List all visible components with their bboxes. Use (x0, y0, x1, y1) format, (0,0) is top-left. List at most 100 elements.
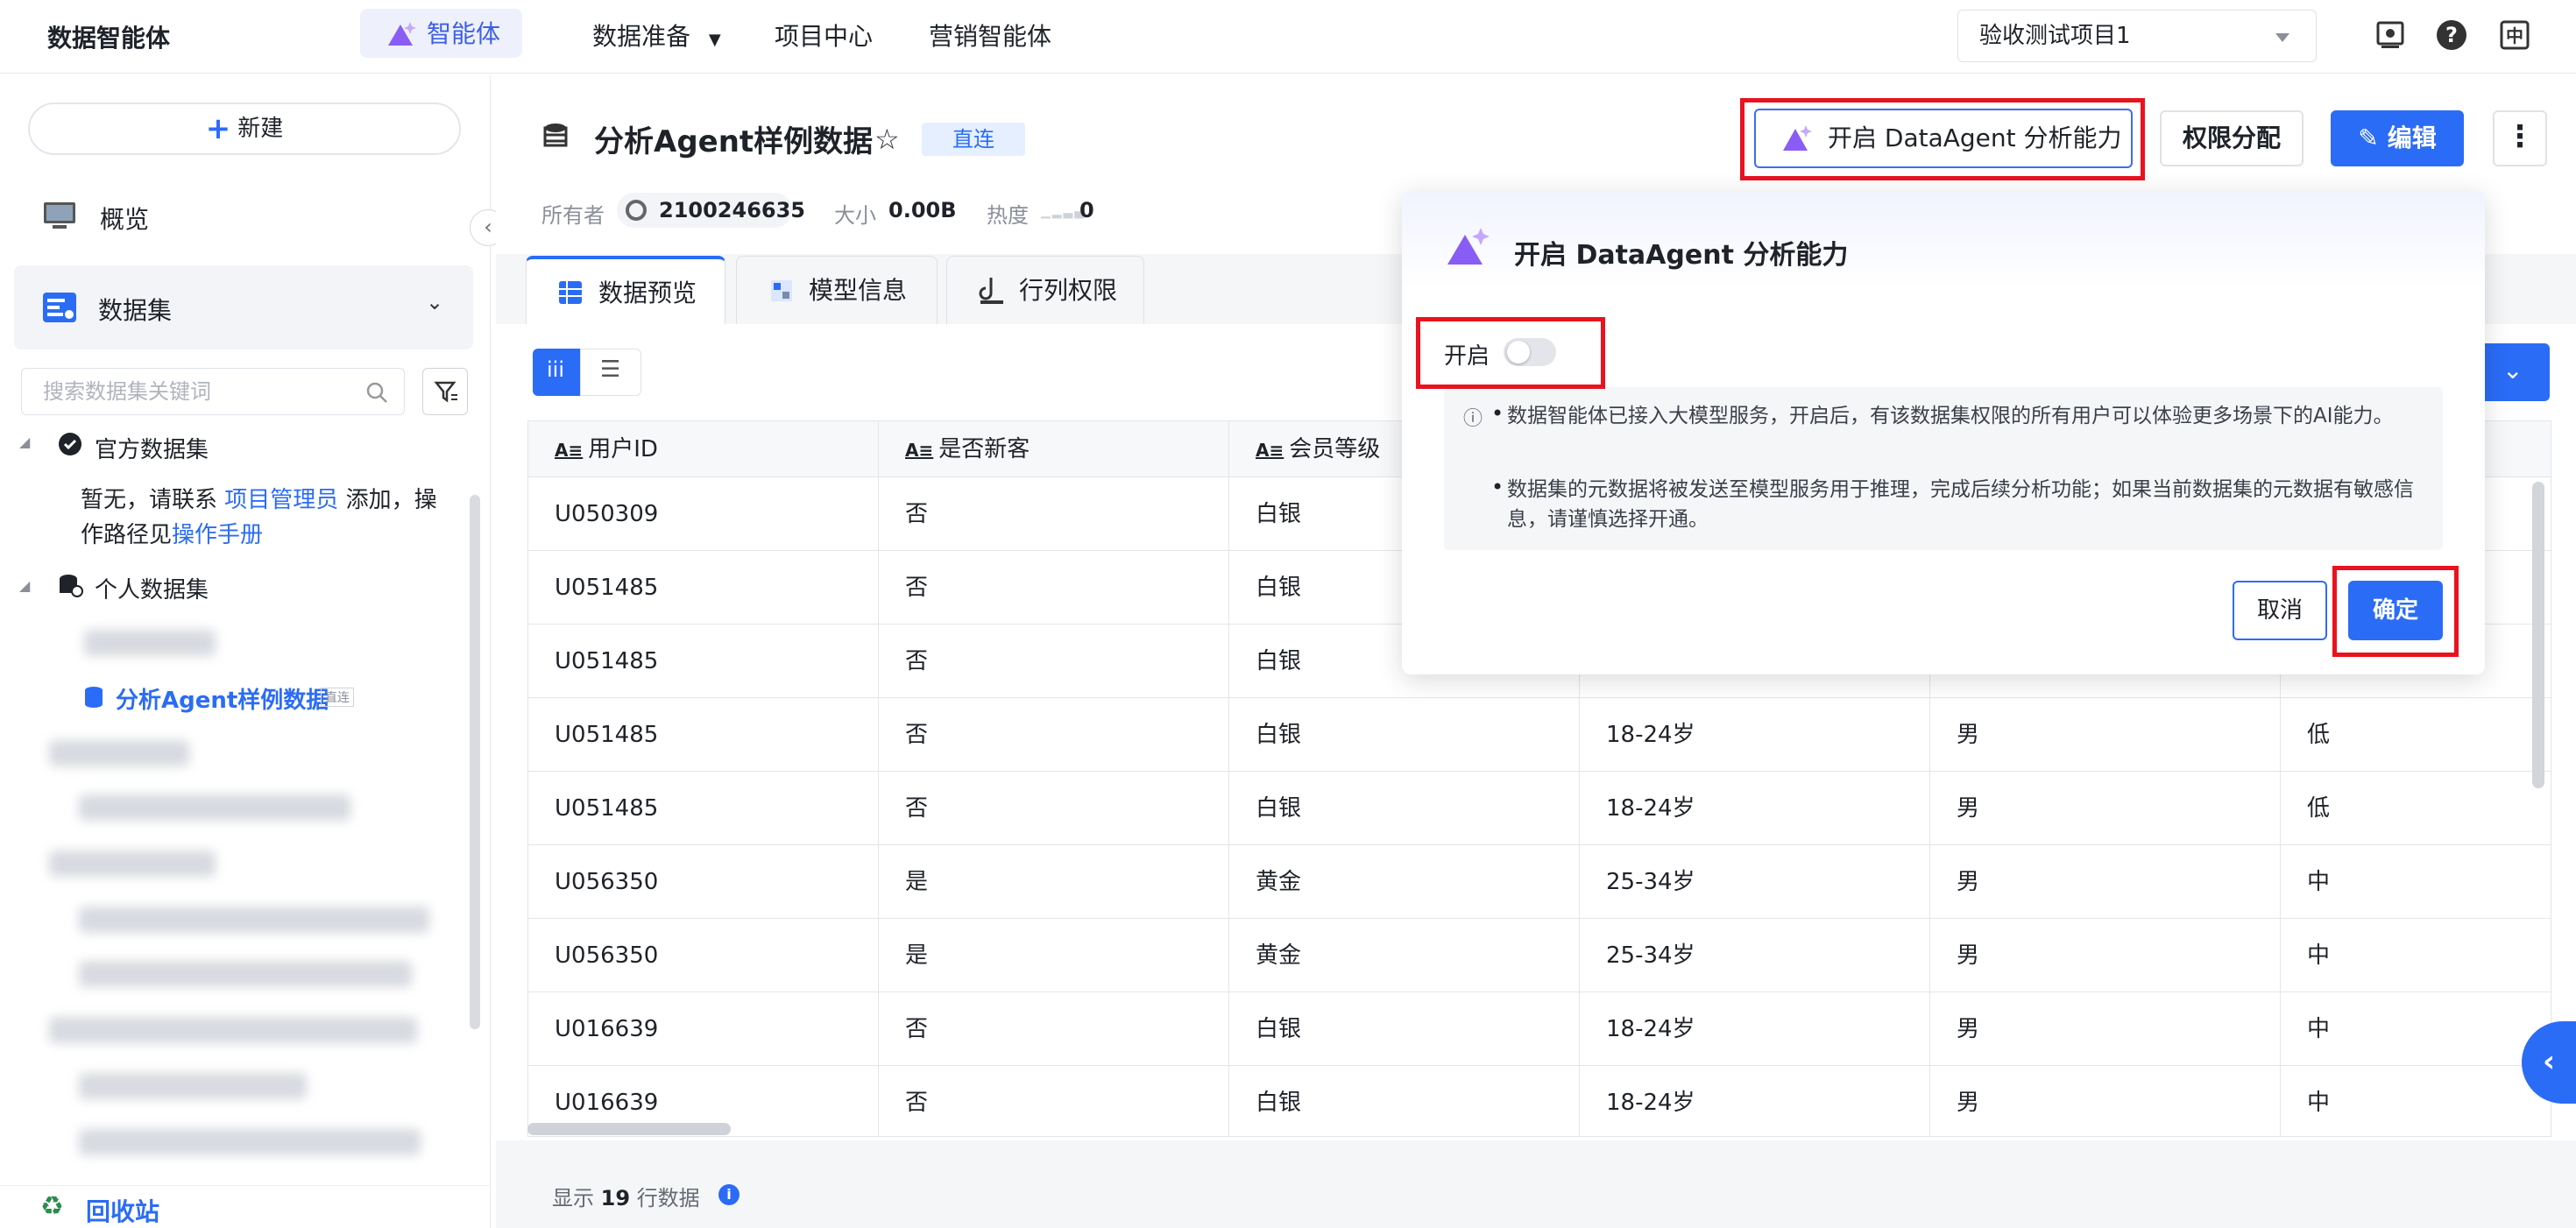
table-cell: 否 (879, 698, 1229, 772)
filter-icon (434, 381, 457, 403)
notice-line-2: 数据集的元数据将被发送至模型服务用于推理，完成后续分析功能；如果当前数据集的元数… (1507, 478, 2414, 531)
database-icon (543, 124, 568, 147)
table-cell: 中 (2281, 992, 2551, 1066)
view-list-button[interactable]: ☰ (580, 349, 641, 396)
blurred-list-item[interactable] (79, 907, 429, 933)
sparkle-icon (1447, 228, 1490, 265)
table-cell: U051485 (528, 698, 879, 772)
help-icon[interactable]: ? (2436, 19, 2467, 51)
table-cell: 18-24岁 (1580, 992, 1930, 1066)
nav-data-prep[interactable]: 数据准备 ▼ (592, 16, 721, 65)
size-label: 大小 (834, 203, 876, 228)
view-grid-button[interactable]: iii (533, 349, 580, 396)
column-header[interactable]: A≡ 是否新客 (879, 421, 1229, 477)
highlight-box (2332, 566, 2459, 657)
owner-value: 2100246635 (659, 198, 805, 222)
tab-row-column-permission[interactable]: 行列权限 (946, 256, 1144, 324)
info-icon[interactable]: i (718, 1184, 740, 1205)
sidebar-item-datasets[interactable]: 数据集 ⌄ (14, 265, 473, 349)
heat-value: 0 (1079, 198, 1094, 222)
tree-active-dataset[interactable]: 分析Agent样例数据 (116, 682, 329, 715)
blurred-list-item[interactable] (84, 630, 216, 656)
blurred-list-item[interactable] (79, 961, 412, 987)
horizontal-scrollbar[interactable] (527, 1123, 731, 1135)
sidebar-scrollbar[interactable] (470, 495, 480, 1029)
table-cell: 否 (879, 477, 1229, 551)
nav-project-center[interactable]: 项目中心 (775, 16, 873, 65)
project-admin-link[interactable]: 项目管理员 (224, 487, 338, 513)
table-cell: 男 (1930, 845, 2281, 919)
table-cell: 中 (2281, 919, 2551, 992)
direct-connect-badge: 直连 (321, 688, 354, 707)
table-cell: 25-34岁 (1580, 919, 1930, 992)
highlight-box (1416, 317, 1605, 389)
vertical-scrollbar[interactable] (2532, 482, 2544, 788)
tab-data-preview[interactable]: 数据预览 (526, 256, 725, 324)
chevron-left-icon: ‹ (2543, 1044, 2556, 1079)
monitor-icon (44, 202, 75, 229)
blurred-list-item[interactable] (49, 740, 189, 766)
cancel-button[interactable]: 取消 (2233, 581, 2327, 640)
tree-expand-icon[interactable]: ◢ (19, 577, 30, 594)
table-cell: U016639 (528, 992, 879, 1066)
dataset-search-input[interactable]: 搜索数据集关键词 (21, 368, 405, 415)
table-cell: 男 (1930, 1066, 2281, 1136)
project-select[interactable]: 验收测试项目1 (1957, 10, 2317, 62)
nav-agent-label: 智能体 (427, 19, 501, 48)
more-vertical-icon: ⋮ (2505, 119, 2535, 154)
tree-personal-datasets[interactable]: 个人数据集 (95, 572, 209, 604)
blurred-list-item[interactable] (79, 1073, 307, 1099)
table-cell: U056350 (528, 919, 879, 992)
nav-marketing-agent[interactable]: 营销智能体 (929, 16, 1051, 65)
more-options-button[interactable]: ⋮ (2493, 110, 2547, 166)
table-cell: 低 (2281, 698, 2551, 772)
sidebar-item-overview[interactable]: 概览 (16, 185, 471, 246)
nav-data-prep-label: 数据准备 (592, 22, 691, 51)
database-icon (85, 687, 103, 708)
sidebar-item-datasets-label: 数据集 (98, 296, 173, 325)
permission-assign-button[interactable]: 权限分配 (2160, 110, 2304, 166)
size-value: 0.00B (888, 198, 957, 222)
recycle-icon: ♻ (40, 1191, 64, 1222)
new-button[interactable]: + 新建 (28, 102, 461, 155)
blurred-list-item[interactable] (79, 1129, 421, 1155)
blurred-list-item[interactable] (79, 794, 350, 821)
action-dropdown-button[interactable]: ⌄ (2480, 343, 2550, 401)
language-icon[interactable]: 中 (2499, 19, 2530, 51)
caret-down-icon: ▼ (708, 31, 721, 49)
monitor-icon[interactable] (2374, 19, 2406, 51)
blurred-list-item[interactable] (49, 1017, 417, 1043)
edit-button[interactable]: ✎ 编辑 (2331, 110, 2464, 166)
tab-model-info[interactable]: 模型信息 (736, 256, 938, 324)
tab-data-preview-label: 数据预览 (598, 279, 697, 307)
blurred-list-item[interactable] (49, 850, 216, 877)
table-cell: 中 (2281, 1066, 2551, 1136)
recycle-row[interactable]: ♻ 回收站 (0, 1185, 490, 1228)
search-icon (366, 382, 387, 403)
table-cell: 25-34岁 (1580, 845, 1930, 919)
project-select-value: 验收测试项目1 (1979, 23, 2131, 49)
owner-pill: 2100246635 (617, 193, 805, 228)
grid-icon (559, 281, 582, 304)
table-cell: 白银 (1229, 772, 1580, 845)
table-cell: U051485 (528, 772, 879, 845)
table-cell: U050309 (528, 477, 879, 551)
svg-text:中: 中 (2506, 25, 2523, 46)
table-cell: 白银 (1229, 1066, 1580, 1136)
table-cell: U056350 (528, 845, 879, 919)
star-icon[interactable]: ☆ (874, 123, 900, 156)
sparkle-icon (388, 22, 416, 46)
table-cell: 否 (879, 772, 1229, 845)
page-title: 分析Agent样例数据 (594, 124, 874, 159)
tree-expand-icon[interactable]: ◢ (19, 434, 30, 450)
tab-model-info-label: 模型信息 (809, 276, 908, 305)
nav-agent[interactable]: 智能体 (360, 9, 522, 58)
tree-official-datasets[interactable]: 官方数据集 (95, 432, 209, 464)
column-header[interactable]: A≡ 用户ID (528, 421, 879, 477)
filter-button[interactable] (422, 368, 468, 415)
manual-link[interactable]: 操作手册 (172, 522, 263, 548)
recycle-bin-link[interactable]: 回收站 (86, 1193, 159, 1228)
pencil-icon: ✎ (2358, 124, 2379, 152)
model-icon (771, 280, 792, 301)
dataagent-dialog: 开启 DataAgent 分析能力 开启 ⓘ • 数据智能体已接入大模型服务，开… (1402, 191, 2485, 674)
